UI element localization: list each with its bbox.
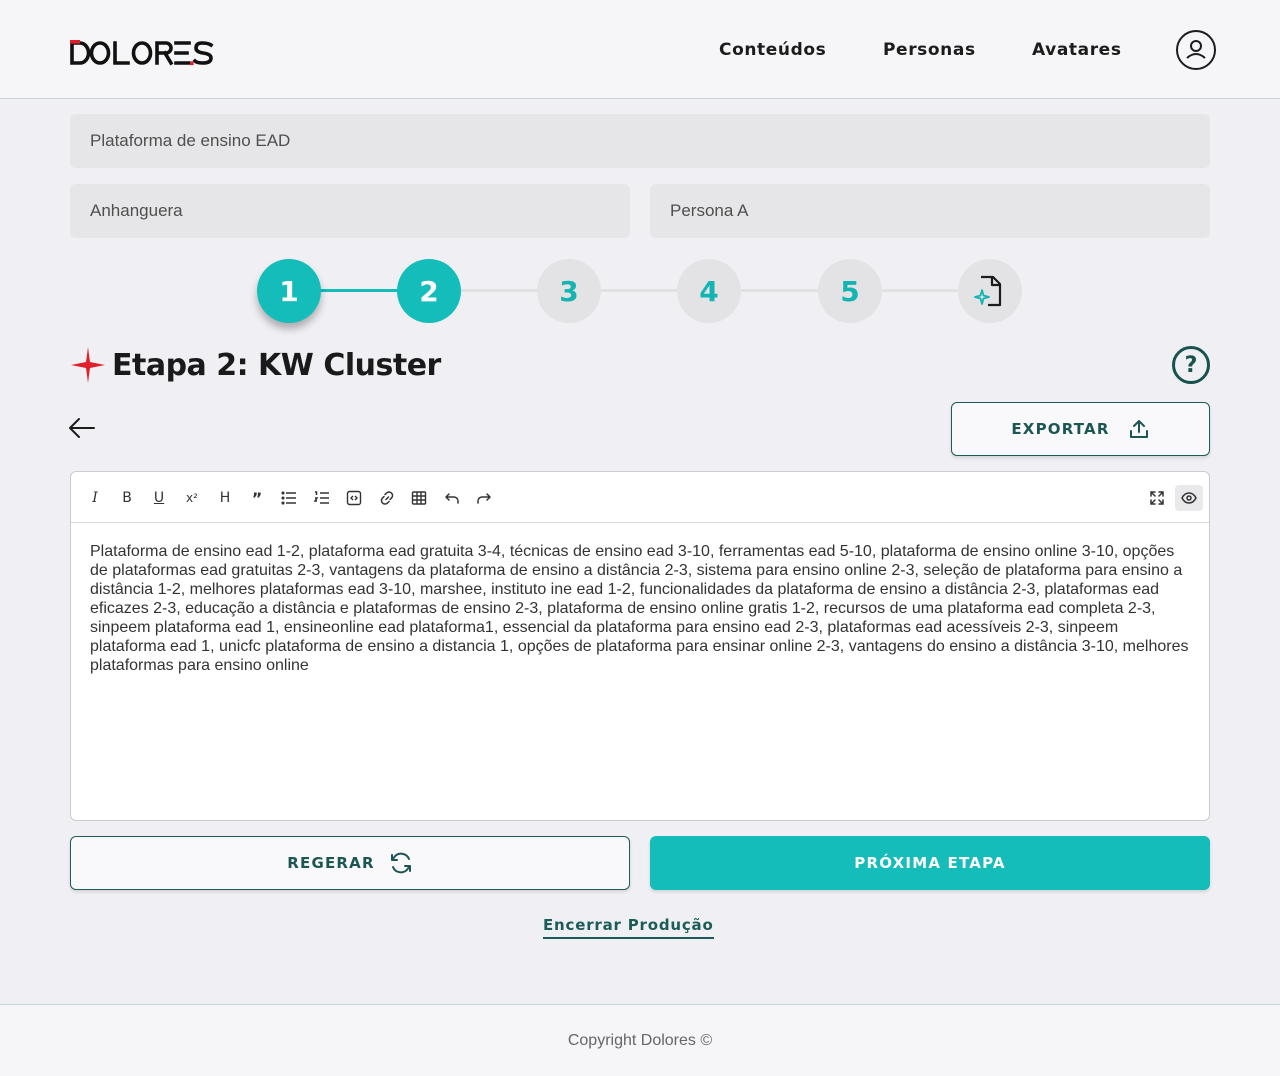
step-4[interactable]: 4 [677, 259, 741, 323]
editor-toolbar: I B U x² H ” [71, 472, 1209, 523]
back-arrow-icon[interactable] [66, 414, 98, 442]
brand-field[interactable]: Anhanguera [70, 184, 630, 238]
top-header: Conteúdos Personas Avatares [0, 0, 1280, 99]
step-1[interactable]: 1 [257, 259, 321, 323]
user-icon [1186, 40, 1206, 59]
page-title: Etapa 2: KW Cluster [112, 347, 441, 383]
step-final-document[interactable] [958, 259, 1022, 323]
sparkle-document-icon [974, 275, 1002, 307]
bullet-list-icon[interactable] [279, 488, 299, 508]
step-5[interactable]: 5 [818, 259, 882, 323]
underline-icon[interactable]: U [149, 488, 169, 508]
nav-conteudos[interactable]: Conteúdos [719, 40, 826, 60]
nav-personas[interactable]: Personas [883, 40, 976, 60]
link-icon[interactable] [377, 488, 397, 508]
bold-icon[interactable]: B [117, 488, 137, 508]
table-icon[interactable] [409, 488, 429, 508]
redo-icon[interactable] [474, 488, 494, 508]
export-button[interactable]: EXPORTAR [951, 402, 1210, 456]
help-button[interactable]: ? [1172, 346, 1210, 384]
export-label: EXPORTAR [1011, 420, 1110, 438]
star-burst-icon [71, 347, 105, 383]
topic-field[interactable]: Plataforma de ensino EAD [70, 114, 1210, 168]
user-profile-button[interactable] [1176, 30, 1216, 70]
question-mark-icon: ? [1184, 352, 1198, 378]
preview-icon[interactable] [1175, 485, 1203, 511]
editor-content[interactable]: Plataforma de ensino ead 1-2, plataforma… [90, 542, 1192, 675]
regenerate-button[interactable]: REGERAR [70, 836, 630, 890]
section-header: Etapa 2: KW Cluster [70, 345, 441, 385]
code-block-icon[interactable] [344, 488, 364, 508]
regenerate-label: REGERAR [287, 854, 375, 872]
superscript-icon[interactable]: x² [182, 488, 202, 508]
heading-icon[interactable]: H [215, 488, 235, 508]
next-step-button[interactable]: PRÓXIMA ETAPA [650, 836, 1210, 890]
upload-icon [1129, 420, 1148, 438]
quote-icon[interactable]: ” [247, 488, 267, 508]
persona-field[interactable]: Persona A [650, 184, 1210, 238]
undo-icon[interactable] [442, 488, 462, 508]
nav-avatares[interactable]: Avatares [1032, 40, 1122, 60]
refresh-icon [390, 852, 411, 874]
italic-icon[interactable]: I [85, 488, 105, 508]
markdown-editor[interactable]: I B U x² H ” Plataforma de ensino ead 1-… [70, 471, 1210, 821]
fullscreen-icon[interactable] [1147, 488, 1167, 508]
step-3[interactable]: 3 [537, 259, 601, 323]
footer: Copyright Dolores © [0, 1004, 1280, 1076]
dolores-logo[interactable] [70, 40, 214, 66]
numbered-list-icon[interactable] [312, 488, 332, 508]
copyright-text: Copyright Dolores © [567, 1031, 713, 1049]
stepper-connector-done [320, 289, 400, 292]
end-production-link[interactable]: Encerrar Produção [543, 916, 714, 939]
step-2[interactable]: 2 [397, 259, 461, 323]
